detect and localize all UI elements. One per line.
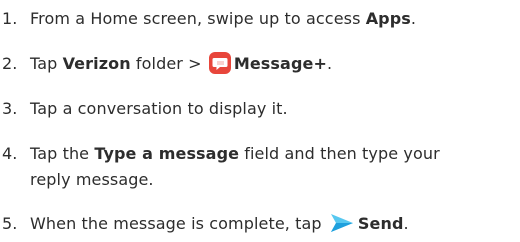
- step-text: Tap the Type a message field and then ty…: [30, 139, 520, 168]
- step-text-pre: Tap: [30, 54, 63, 73]
- step-text-post: field and then type your: [239, 144, 440, 163]
- step-text: Tap a conversation to display it.: [30, 99, 288, 118]
- step-number: 1.: [2, 9, 18, 28]
- step-text-bold: Type a message: [94, 144, 240, 163]
- step-text-bold-2: Message+: [233, 54, 327, 73]
- step-text-line-2: reply message.: [30, 170, 154, 189]
- step-text: From a Home screen, swipe up to access A…: [30, 4, 520, 33]
- step-text-post: .: [410, 9, 417, 28]
- step-text: Tap Verizon folder > Message+.: [30, 49, 520, 78]
- step-text-pre: Tap the: [30, 144, 95, 163]
- step-text-mid: folder >: [130, 54, 207, 73]
- step-text-pre: When the message is complete, tap: [30, 214, 327, 233]
- step-text-post: .: [326, 54, 333, 73]
- step-text-bold: Verizon: [62, 54, 131, 73]
- step-text: When the message is complete, tap Send.: [30, 209, 520, 238]
- step-number: 2.: [2, 54, 18, 73]
- step-number: 4.: [2, 144, 18, 163]
- step-number: 5.: [2, 214, 18, 233]
- step-text-bold: Apps: [365, 9, 411, 28]
- message-plus-app-icon: [208, 52, 231, 74]
- step-number: 3.: [2, 99, 18, 118]
- step-text-post: .: [403, 214, 409, 233]
- send-arrow-icon: [330, 213, 354, 233]
- step-text-pre: From a Home screen, swipe up to access: [30, 9, 366, 28]
- step-text-bold: Send: [357, 214, 404, 233]
